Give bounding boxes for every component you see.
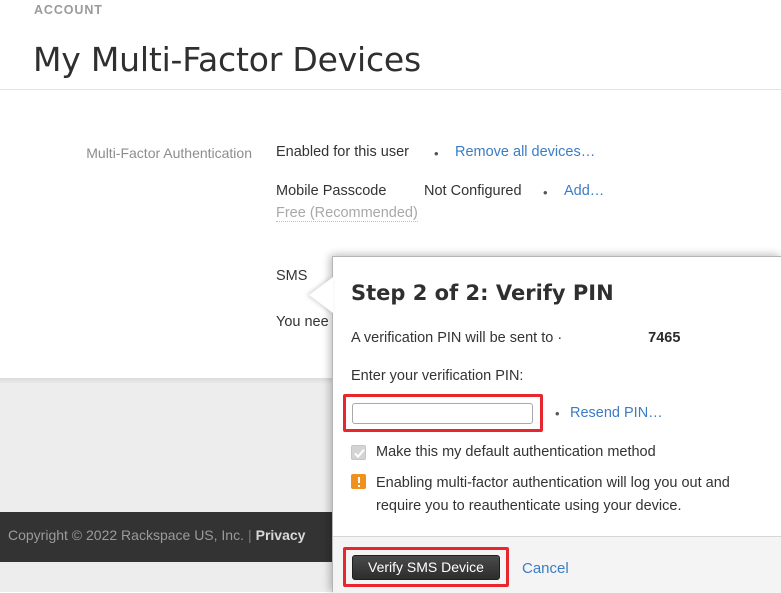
warning-exclamation-icon [351, 474, 366, 489]
page-title: My Multi-Factor Devices [33, 40, 422, 80]
mobile-passcode-status: Not Configured [424, 183, 522, 199]
mobile-passcode-add-link[interactable]: Add… [564, 183, 604, 199]
modal-pointer-caret [309, 277, 333, 313]
modal-title: Step 2 of 2: Verify PIN [351, 281, 614, 305]
separator-dot: • [543, 185, 548, 200]
checkmark-icon [354, 448, 365, 459]
mfa-status-text: Enabled for this user [276, 144, 409, 160]
separator-dot: • [434, 146, 439, 161]
breadcrumb-eyebrow: ACCOUNT [34, 3, 103, 17]
page-header: ACCOUNT My Multi-Factor Devices [0, 0, 781, 90]
pin-destination-line: A verification PIN will be sent to · 7465 [351, 330, 680, 346]
modal-footer: Verify SMS Device Cancel [333, 536, 781, 593]
default-method-checkbox[interactable] [351, 445, 366, 460]
footer-privacy-link[interactable]: Privacy [256, 527, 306, 543]
sms-help-text: You nee [276, 314, 329, 330]
pin-input-label: Enter your verification PIN: [351, 368, 524, 384]
footer-copyright-text: Copyright © 2022 Rackspace US, Inc. [8, 527, 244, 543]
verify-pin-modal: Step 2 of 2: Verify PIN A verification P… [332, 256, 781, 593]
warning-dot [357, 484, 360, 487]
warning-message: Enabling multi-factor authentication wil… [376, 475, 730, 514]
warning-bar [357, 477, 360, 483]
mfa-field-label: Multi-Factor Authentication [86, 145, 252, 161]
remove-all-devices-link[interactable]: Remove all devices… [455, 144, 595, 160]
mobile-passcode-note: Free (Recommended) [276, 205, 418, 222]
footer-separator: | [247, 527, 252, 543]
pin-destination-last4: 7465 [648, 330, 681, 346]
sms-name: SMS [276, 268, 308, 284]
footer-copyright-line: Copyright © 2022 Rackspace US, Inc. | Priv… [8, 527, 305, 543]
resend-pin-link[interactable]: Resend PIN… [570, 405, 663, 421]
cancel-link[interactable]: Cancel [522, 560, 569, 577]
modal-body: Step 2 of 2: Verify PIN A verification P… [333, 257, 781, 535]
verification-pin-input[interactable] [352, 403, 533, 424]
mobile-passcode-name: Mobile Passcode [276, 183, 387, 199]
separator-dot: • [555, 406, 560, 421]
verify-sms-device-button[interactable]: Verify SMS Device [352, 555, 500, 580]
default-method-label: Make this my default authentication meth… [376, 444, 656, 460]
pin-destination-prefix: A verification PIN will be sent to · [351, 330, 563, 346]
